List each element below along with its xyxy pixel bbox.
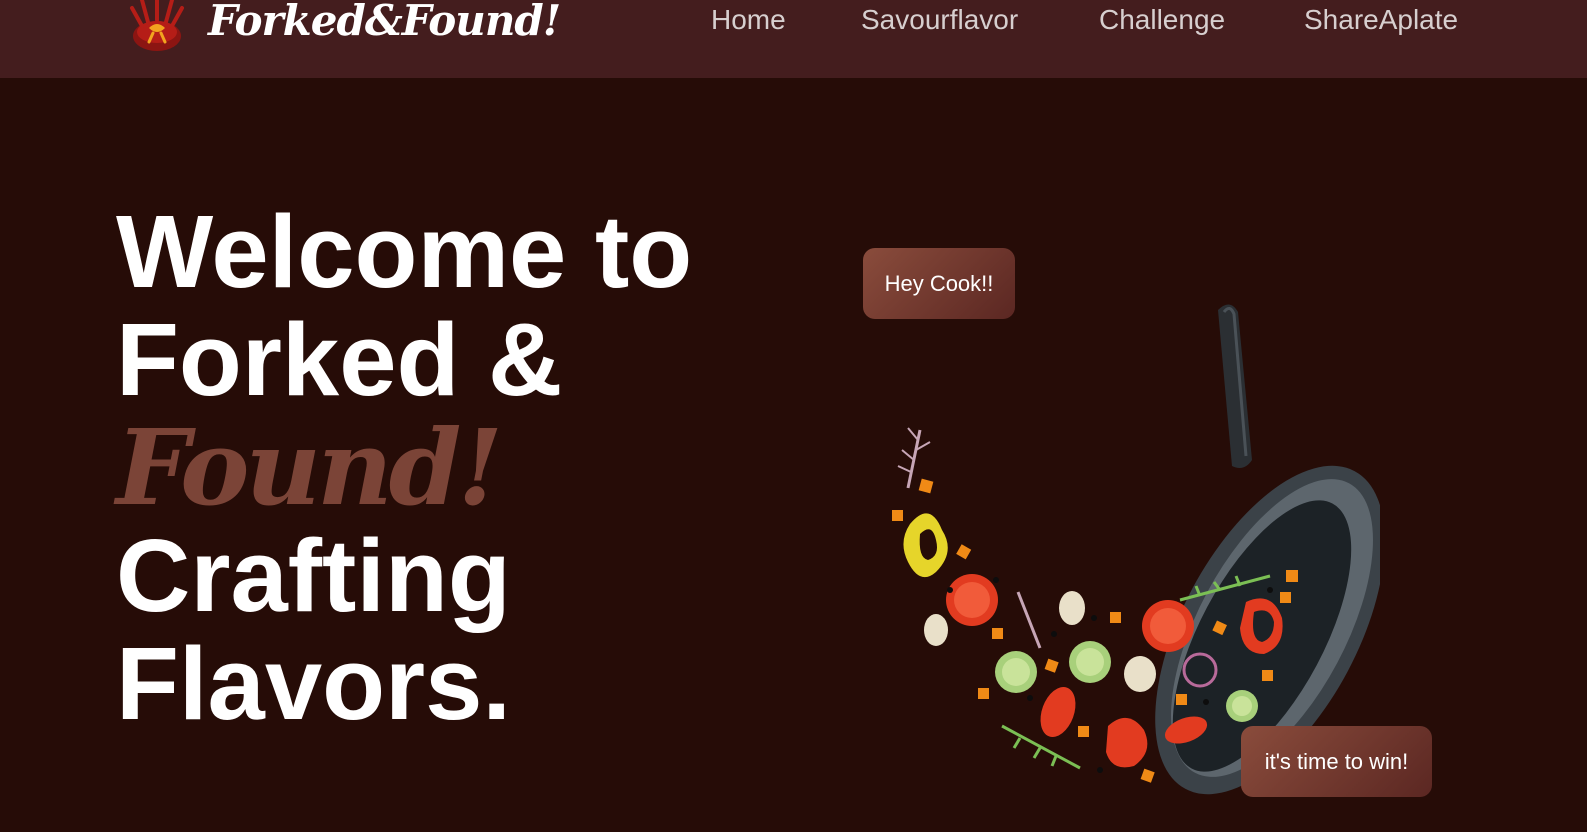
hero-line-forked: Forked & bbox=[116, 302, 563, 417]
main-navigation: Home Savourflavor Challenge ShareAplate bbox=[0, 4, 1587, 38]
nav-link-challenge[interactable]: Challenge bbox=[1099, 4, 1225, 36]
nav-link-home[interactable]: Home bbox=[711, 4, 786, 36]
nav-link-savourflavor[interactable]: Savourflavor bbox=[861, 4, 1018, 36]
hero-heading: Welcome to Forked & Found! Crafting Flav… bbox=[116, 198, 692, 738]
hero-line-welcome: Welcome to bbox=[116, 194, 693, 309]
speech-bubble-motivation: it's time to win! bbox=[1241, 726, 1432, 797]
hero-line-crafting: Crafting bbox=[116, 518, 511, 633]
nav-link-shareaplate[interactable]: ShareAplate bbox=[1304, 4, 1458, 36]
frying-pan-vegetables-icon bbox=[892, 304, 1380, 795]
top-navbar: Forked&Found! Home Savourflavor Challeng… bbox=[0, 0, 1587, 78]
hero-line-found: Found! bbox=[116, 406, 503, 529]
hero-line-flavors: Flavors. bbox=[116, 626, 512, 741]
